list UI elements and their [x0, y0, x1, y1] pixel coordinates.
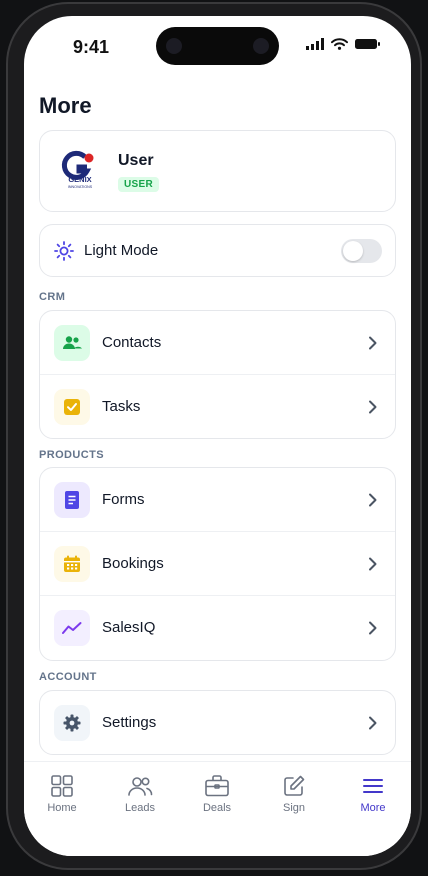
page-title: More [39, 93, 92, 118]
users-icon [128, 777, 153, 796]
toggle-knob [343, 241, 363, 261]
phone-screen: 9:41 More GENIX INNOVATIONS User USER Li… [24, 16, 411, 856]
trend-icon [54, 610, 90, 646]
section-label-account: ACCOUNT [39, 671, 97, 683]
battery-icon [355, 39, 380, 49]
menu-item-settings[interactable]: Settings [40, 691, 395, 754]
tab-deals[interactable]: Deals [187, 774, 247, 814]
signal-icon [306, 38, 324, 50]
section-label-crm: CRM [39, 291, 66, 303]
tab-label: Deals [202, 802, 232, 814]
appearance-card: Light Mode [39, 224, 396, 277]
products-card: Forms Bookings SalesIQ [39, 467, 396, 661]
profile-card[interactable]: GENIX INNOVATIONS User USER [39, 130, 396, 212]
menu-item-label: Settings [102, 714, 157, 731]
contacts-icon [54, 325, 90, 361]
tab-label: More [360, 802, 386, 814]
tab-more[interactable]: More [343, 774, 403, 814]
tab-sign[interactable]: Sign [264, 774, 324, 814]
chevron-right-icon [369, 557, 377, 571]
crm-card: Contacts Tasks [39, 310, 396, 439]
menu-item-bookings[interactable]: Bookings [40, 532, 395, 596]
mode-label: Light Mode [84, 242, 159, 259]
status-icons [306, 38, 381, 50]
menu-item-label: Forms [102, 491, 145, 508]
briefcase-icon [205, 775, 229, 797]
dynamic-island [156, 27, 279, 65]
camera-icon [253, 38, 269, 54]
menu-item-contacts[interactable]: Contacts [40, 311, 395, 375]
tab-bar: Home Leads Deals Sign More [24, 761, 411, 856]
checkbox-icon [54, 389, 90, 425]
user-name: User [118, 152, 154, 169]
sun-icon [54, 241, 74, 261]
company-logo: GENIX INNOVATIONS [61, 150, 94, 189]
wifi-icon [331, 38, 348, 50]
tab-label: Leads [125, 802, 155, 814]
menu-icon [363, 779, 383, 793]
tab-home[interactable]: Home [32, 774, 92, 814]
tab-label: Home [47, 802, 77, 814]
menu-item-forms[interactable]: Forms [40, 468, 395, 532]
edit-icon [284, 775, 305, 796]
menu-item-label: Bookings [102, 555, 164, 572]
chevron-right-icon [369, 716, 377, 730]
menu-item-label: Contacts [102, 334, 162, 351]
tab-label: Sign [282, 802, 306, 814]
role-badge: USER [118, 177, 159, 192]
camera-icon [166, 38, 182, 54]
menu-item-label: SalesIQ [102, 619, 156, 636]
menu-item-tasks[interactable]: Tasks [40, 375, 395, 438]
status-time: 9:41 [73, 37, 110, 57]
document-icon [54, 482, 90, 518]
grid-icon [51, 775, 73, 797]
chevron-right-icon [369, 621, 377, 635]
menu-item-salesiq[interactable]: SalesIQ [40, 596, 395, 660]
svg-text:GENIX: GENIX [68, 175, 91, 184]
section-label-products: PRODUCTS [39, 449, 104, 461]
chevron-right-icon [369, 336, 377, 350]
chevron-right-icon [369, 400, 377, 414]
calendar-icon [54, 546, 90, 582]
account-card: Settings [39, 690, 396, 755]
svg-text:INNOVATIONS: INNOVATIONS [68, 185, 93, 189]
tab-leads[interactable]: Leads [110, 774, 170, 814]
menu-item-label: Tasks [102, 398, 141, 415]
dark-mode-toggle[interactable] [341, 239, 382, 263]
chevron-right-icon [369, 493, 377, 507]
gear-icon [54, 705, 90, 741]
